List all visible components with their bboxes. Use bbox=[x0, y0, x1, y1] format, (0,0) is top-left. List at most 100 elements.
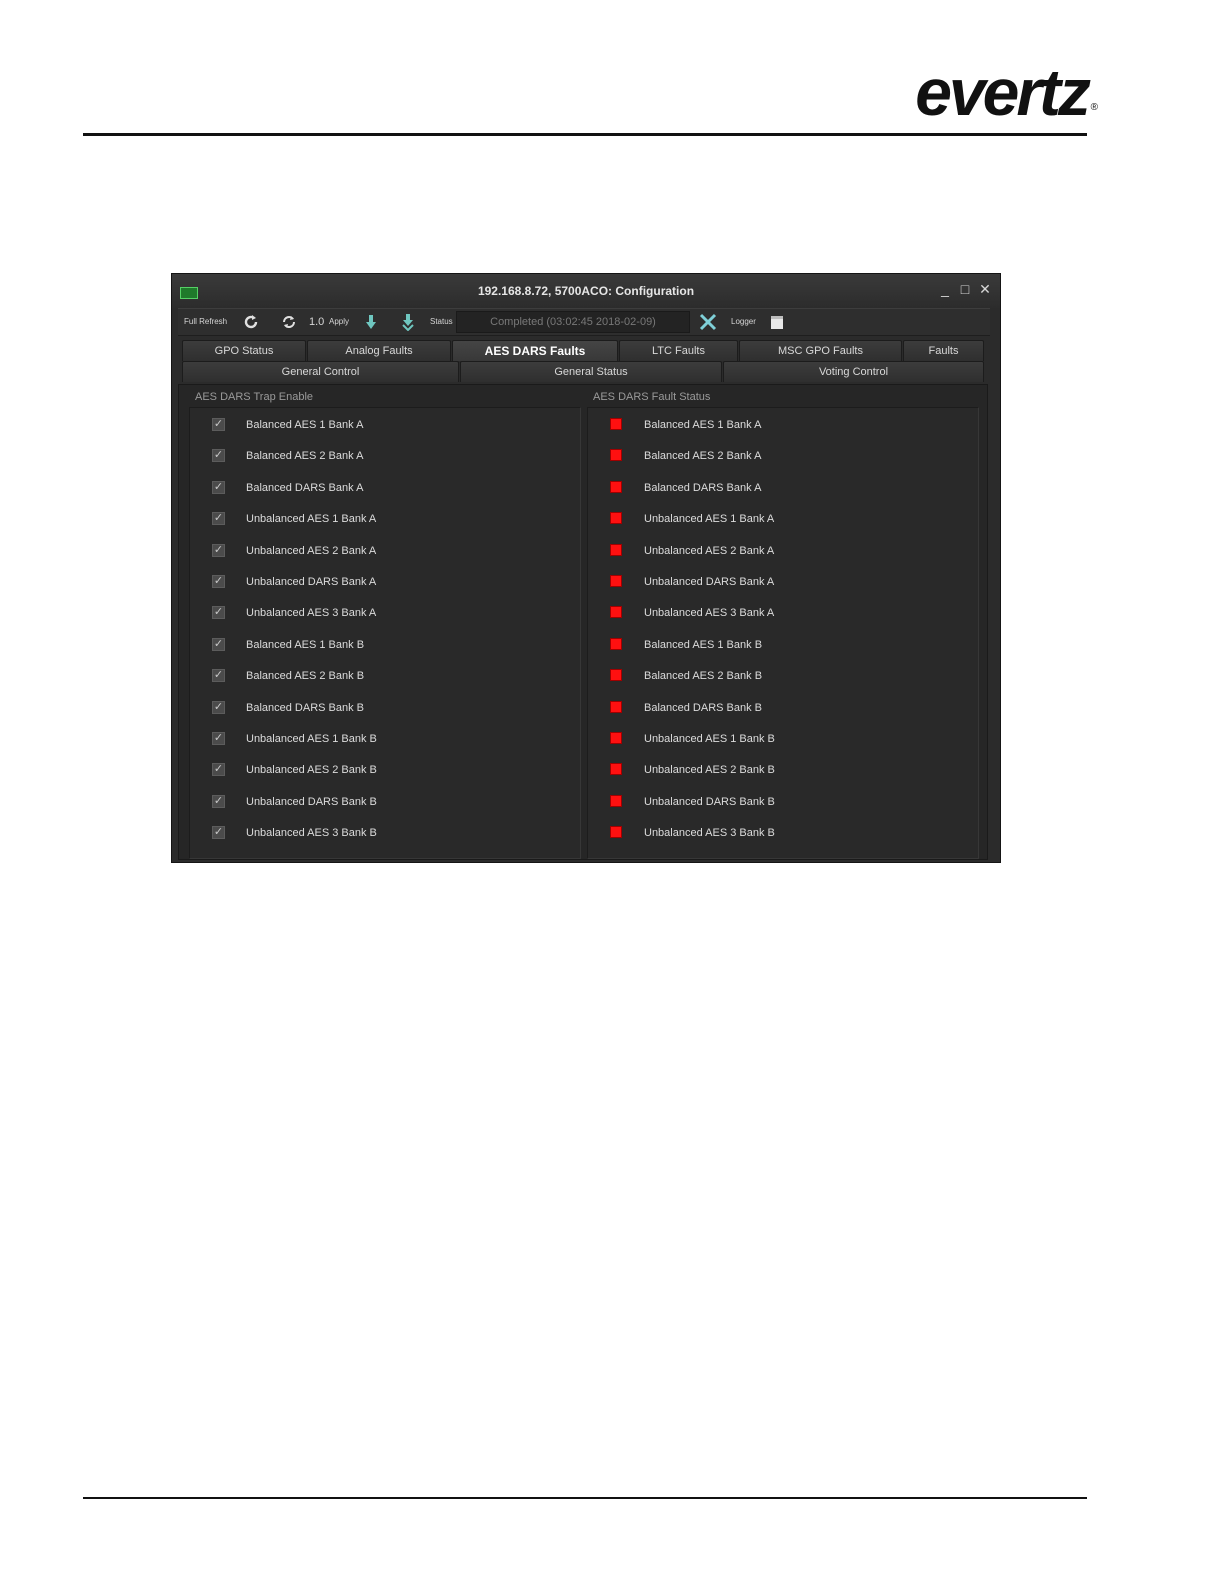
tab-content: AES DARS Trap Enable ✓ Balanced AES 1 Ban… bbox=[178, 384, 988, 860]
double-down-arrow-icon[interactable] bbox=[399, 313, 417, 331]
trap-enable-row[interactable]: ✓ Unbalanced AES 3 Bank B bbox=[212, 825, 562, 841]
trap-enable-checkbox[interactable]: ✓ bbox=[212, 575, 225, 588]
trap-enable-checkbox[interactable]: ✓ bbox=[212, 732, 225, 745]
row-label: Balanced AES 2 Bank B bbox=[246, 670, 365, 683]
row-label: Unbalanced AES 1 Bank B bbox=[246, 733, 377, 745]
trap-enable-title: AES DARS Trap Enable bbox=[195, 391, 314, 403]
trap-enable-checkbox[interactable]: ✓ bbox=[212, 669, 225, 683]
row-label: Balanced AES 1 Bank A bbox=[246, 419, 364, 431]
trap-enable-checkbox[interactable]: ✓ bbox=[212, 794, 225, 808]
title-bar[interactable]: 192.168.8.72, 5700ACO: Configuration _ □… bbox=[172, 274, 1000, 308]
trap-enable-row[interactable]: ✓ Unbalanced DARS Bank B bbox=[212, 794, 562, 810]
row-label: Balanced AES 1 Bank B bbox=[644, 638, 763, 651]
row-label: Balanced AES 2 Bank A bbox=[246, 450, 364, 463]
tab-voting-control[interactable]: Voting Control bbox=[723, 361, 984, 382]
row-label: Balanced AES 2 Bank A bbox=[644, 450, 762, 463]
trap-enable-row[interactable]: ✓ Unbalanced DARS Bank A bbox=[212, 574, 562, 590]
trap-enable-frame: ✓ Balanced AES 1 Bank A ✓ Balanced AES 2 Ba… bbox=[189, 407, 581, 859]
down-arrow-icon[interactable] bbox=[362, 313, 380, 331]
row-label: Unbalanced AES 1 Bank B bbox=[644, 733, 775, 745]
logo-text: evertz bbox=[915, 55, 1091, 129]
row-label: Unbalanced AES 3 Bank A bbox=[644, 607, 775, 620]
trap-enable-row[interactable]: ✓ Unbalanced AES 3 Bank A bbox=[212, 605, 562, 621]
trap-enable-row[interactable]: ✓ Balanced AES 1 Bank A bbox=[212, 417, 562, 433]
tab-aes-dars-faults[interactable]: AES DARS Faults bbox=[452, 340, 618, 361]
fault-status-row: Balanced AES 1 Bank A bbox=[610, 417, 960, 433]
tab-general-status[interactable]: General Status bbox=[460, 361, 722, 382]
tab-gpo-status[interactable]: GPO Status bbox=[182, 340, 306, 361]
trap-enable-checkbox[interactable]: ✓ bbox=[212, 449, 225, 463]
fault-status-group: AES DARS Fault Status Balanced AES 1 Ban… bbox=[577, 385, 981, 859]
trap-enable-checkbox[interactable]: ✓ bbox=[212, 826, 225, 840]
fault-status-row: Balanced AES 2 Bank B bbox=[610, 668, 960, 684]
row-label: Balanced DARS Bank B bbox=[246, 701, 365, 714]
row-label: Balanced DARS Bank A bbox=[644, 481, 762, 494]
fault-status-row: Unbalanced DARS Bank A bbox=[610, 574, 960, 590]
cycle-icon[interactable] bbox=[280, 313, 298, 331]
fault-led-indicator bbox=[610, 732, 622, 744]
row-label: Unbalanced DARS Bank A bbox=[246, 576, 377, 588]
x-icon[interactable] bbox=[699, 313, 717, 331]
row-label: Balanced AES 1 Bank A bbox=[644, 419, 762, 431]
row-label: Unbalanced AES 2 Bank A bbox=[644, 544, 775, 557]
trap-enable-row[interactable]: ✓ Unbalanced AES 1 Bank A bbox=[212, 511, 562, 527]
fault-led-indicator bbox=[610, 575, 622, 587]
trap-enable-checkbox[interactable]: ✓ bbox=[212, 700, 225, 714]
fault-status-row: Balanced AES 1 Bank B bbox=[610, 637, 960, 653]
toolbar: Full Refresh 1.0 Apply Status Completed … bbox=[178, 308, 990, 336]
trap-enable-row[interactable]: ✓ Unbalanced AES 2 Bank B bbox=[212, 762, 562, 778]
row-label: Unbalanced AES 3 Bank B bbox=[246, 827, 377, 840]
fault-status-row: Unbalanced AES 3 Bank A bbox=[610, 605, 960, 621]
configuration-window: 192.168.8.72, 5700ACO: Configuration _ □… bbox=[171, 273, 1001, 863]
row-label: Unbalanced AES 1 Bank A bbox=[644, 513, 775, 526]
minimize-button[interactable]: _ bbox=[938, 280, 952, 298]
close-button[interactable]: ✕ bbox=[978, 280, 992, 298]
trap-enable-checkbox[interactable]: ✓ bbox=[212, 480, 225, 494]
refresh-icon[interactable] bbox=[242, 313, 260, 331]
maximize-button[interactable]: □ bbox=[958, 280, 972, 298]
fault-led-indicator bbox=[610, 763, 622, 776]
fault-status-row: Unbalanced AES 2 Bank A bbox=[610, 543, 960, 559]
trap-enable-row[interactable]: ✓ Unbalanced AES 1 Bank B bbox=[212, 731, 562, 747]
trap-enable-row[interactable]: ✓ Balanced AES 2 Bank A bbox=[212, 448, 562, 464]
row-label: Unbalanced DARS Bank B bbox=[644, 795, 775, 808]
tab-general-control[interactable]: General Control bbox=[182, 361, 459, 382]
trap-enable-row[interactable]: ✓ Balanced AES 2 Bank B bbox=[212, 668, 562, 684]
fault-led-indicator bbox=[610, 480, 622, 493]
trap-enable-checkbox[interactable]: ✓ bbox=[212, 763, 225, 777]
version-label: 1.0 bbox=[309, 316, 325, 328]
registered-mark: ® bbox=[1090, 102, 1098, 113]
status-field: Completed (03:02:45 2018-02-09) bbox=[456, 311, 690, 333]
full-refresh-label: Full Refresh bbox=[184, 317, 228, 326]
fault-status-frame: Balanced AES 1 Bank A Balanced AES 2 Bank… bbox=[587, 407, 979, 859]
row-label: Unbalanced DARS Bank A bbox=[644, 576, 775, 588]
trap-enable-row[interactable]: ✓ Balanced DARS Bank A bbox=[212, 480, 562, 496]
logger-label[interactable]: Logger bbox=[731, 309, 756, 335]
footer-rule bbox=[83, 1497, 1087, 1499]
fault-status-row: Balanced DARS Bank B bbox=[610, 700, 960, 716]
apply-button[interactable]: Apply bbox=[329, 309, 349, 335]
tab-ltc-faults[interactable]: LTC Faults bbox=[619, 340, 738, 361]
fault-led-indicator bbox=[610, 543, 622, 556]
tab-msc-gpo-faults[interactable]: MSC GPO Faults bbox=[739, 340, 902, 361]
fault-led-indicator bbox=[610, 637, 622, 650]
trap-enable-checkbox[interactable]: ✓ bbox=[212, 606, 225, 620]
fault-status-row: Unbalanced AES 1 Bank A bbox=[610, 511, 960, 527]
row-label: Unbalanced AES 3 Bank A bbox=[246, 607, 377, 620]
tab-analog-faults[interactable]: Analog Faults bbox=[307, 340, 451, 361]
trap-enable-checkbox[interactable]: ✓ bbox=[212, 637, 225, 651]
fault-led-indicator bbox=[610, 418, 622, 430]
trap-enable-row[interactable]: ✓ Balanced DARS Bank B bbox=[212, 700, 562, 716]
notepad-icon[interactable] bbox=[768, 313, 786, 331]
trap-enable-row[interactable]: ✓ Balanced AES 1 Bank B bbox=[212, 637, 562, 653]
tab-faults[interactable]: Faults bbox=[903, 340, 984, 361]
row-label: Unbalanced AES 3 Bank B bbox=[644, 827, 775, 840]
trap-enable-checkbox[interactable]: ✓ bbox=[212, 418, 225, 431]
row-label: Unbalanced AES 2 Bank B bbox=[644, 764, 775, 777]
row-label: Unbalanced DARS Bank B bbox=[246, 795, 377, 808]
fault-led-indicator bbox=[610, 512, 622, 525]
trap-enable-checkbox[interactable]: ✓ bbox=[212, 543, 225, 557]
trap-enable-checkbox[interactable]: ✓ bbox=[212, 512, 225, 526]
trap-enable-row[interactable]: ✓ Unbalanced AES 2 Bank A bbox=[212, 543, 562, 559]
row-label: Balanced AES 1 Bank B bbox=[246, 638, 365, 651]
